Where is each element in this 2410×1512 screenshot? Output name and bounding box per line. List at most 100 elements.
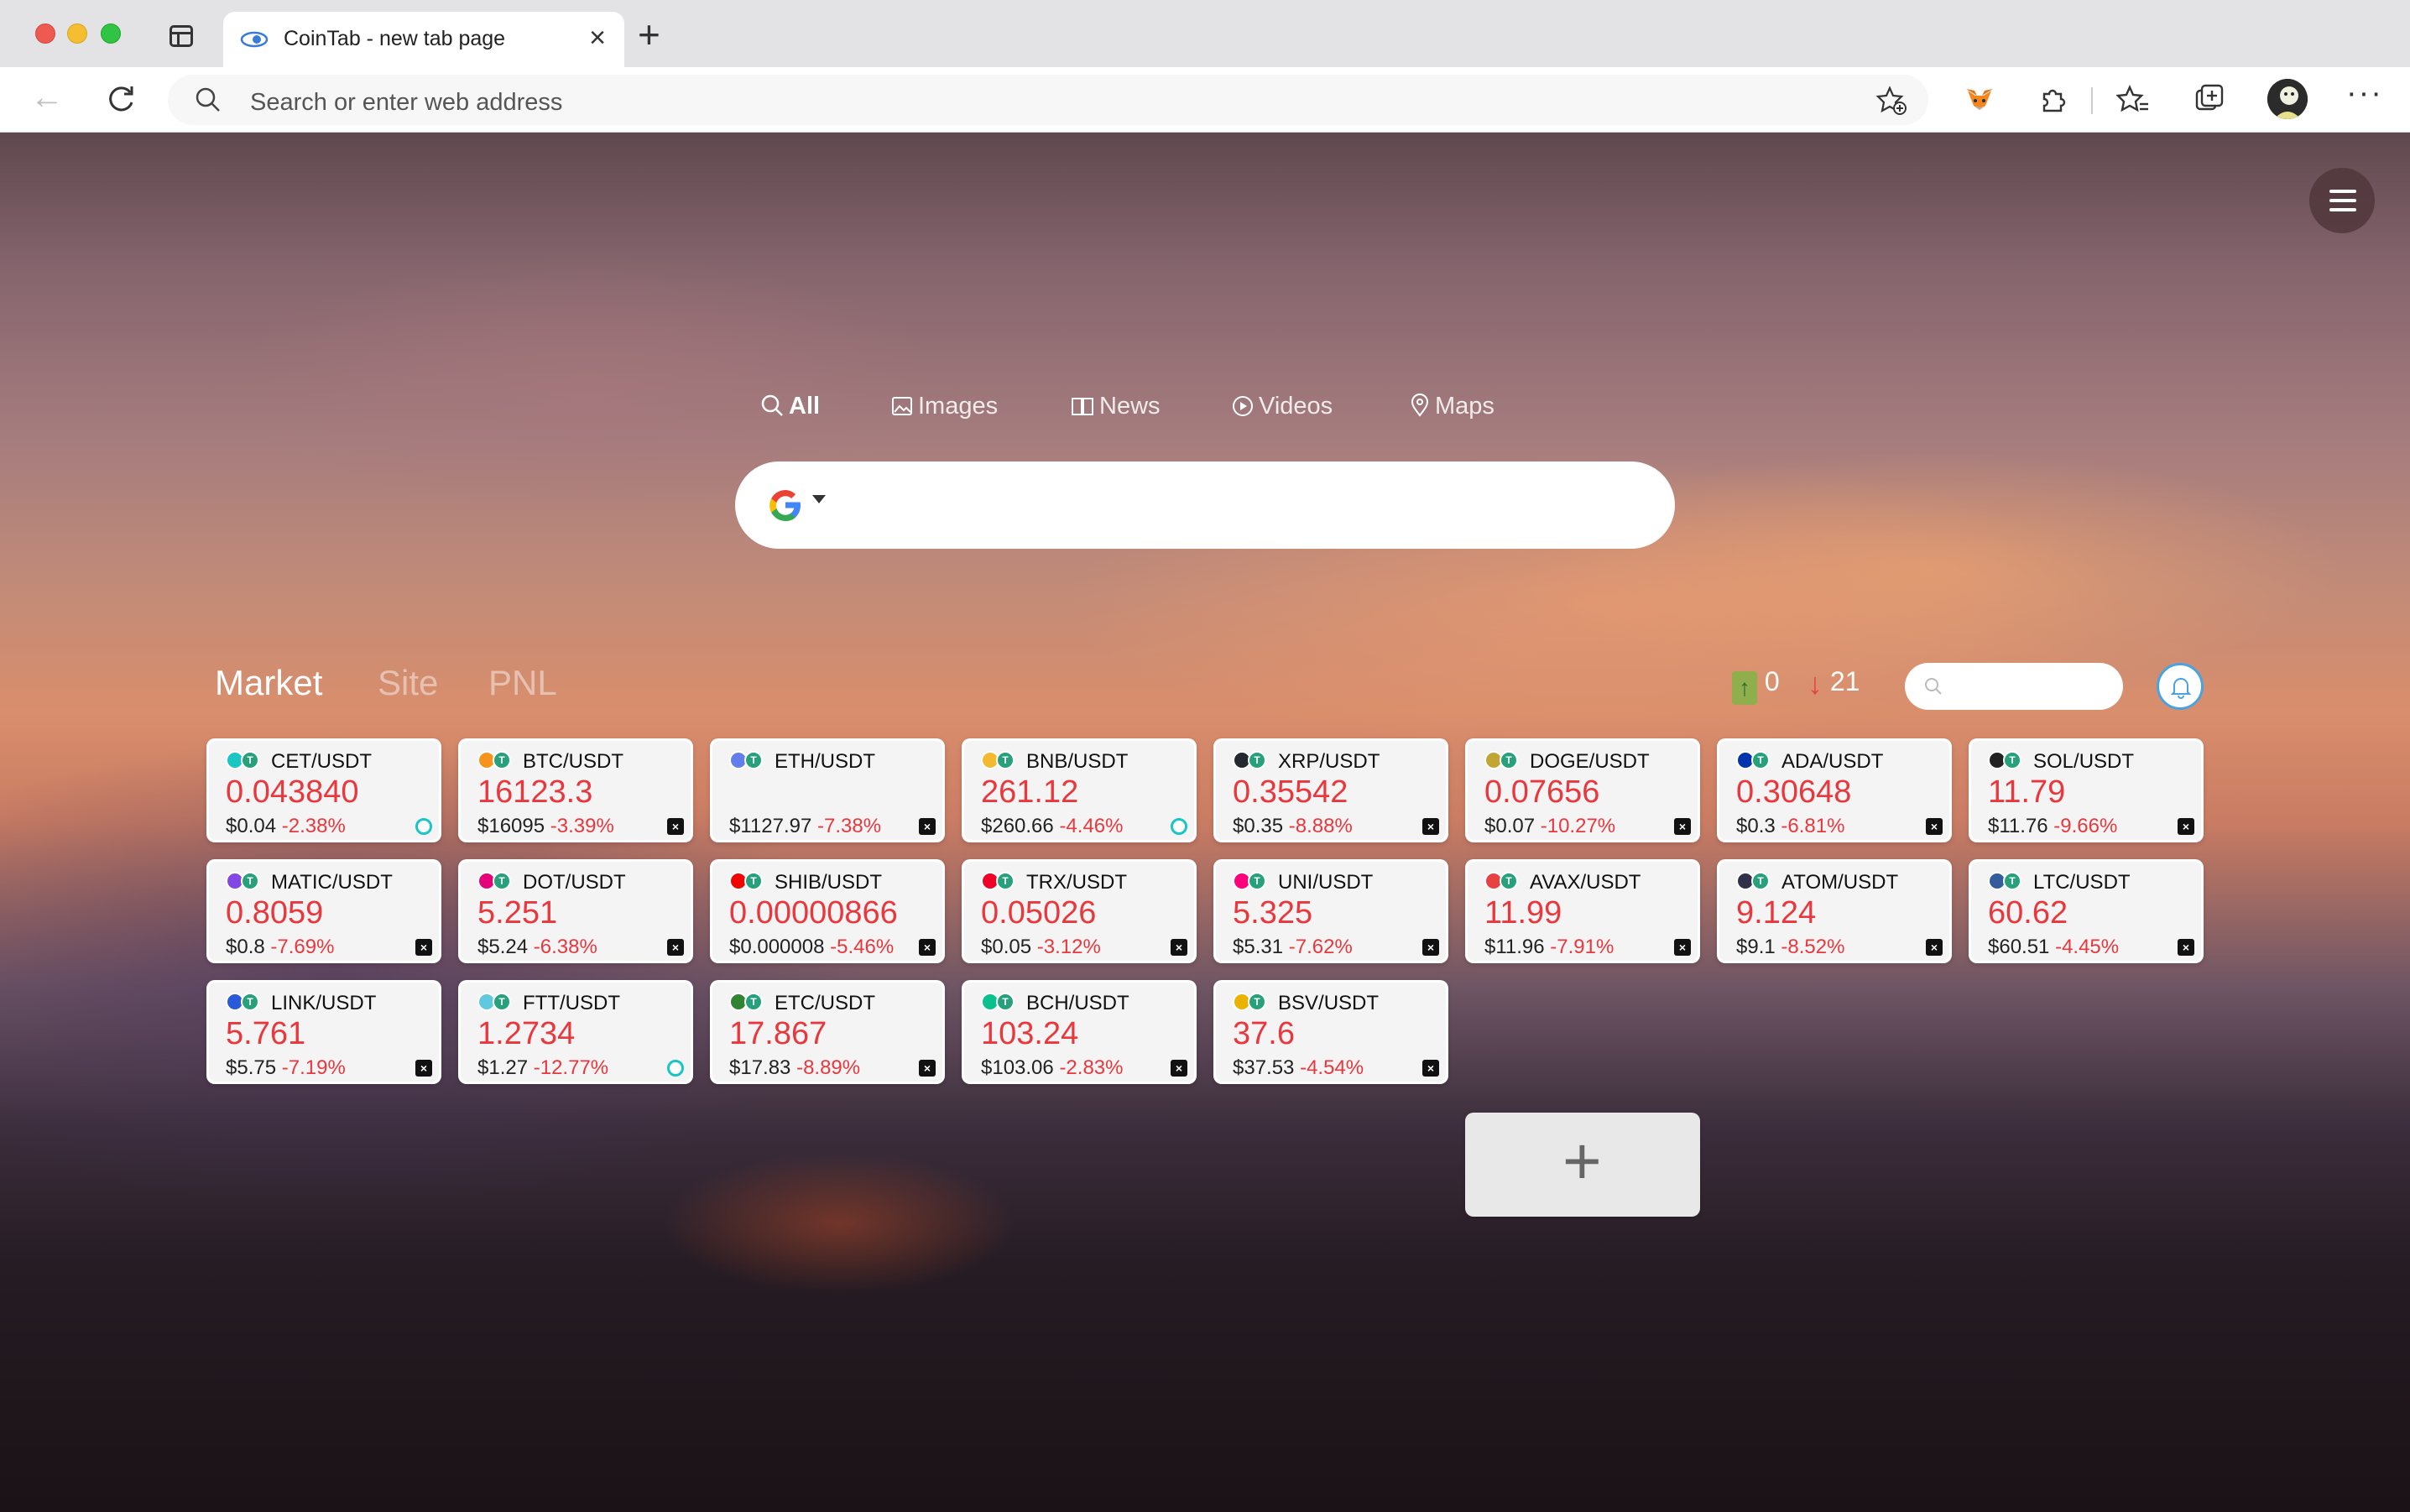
notifications-button[interactable] xyxy=(2157,663,2204,710)
coin-sub-line: $0.35 -8.88% xyxy=(1233,815,1353,838)
coin-card[interactable]: T CET/USDT 0.043840 $0.04 -2.38% xyxy=(206,738,441,842)
sidebar-toggle-icon[interactable] xyxy=(170,25,193,47)
coin-pair: XRP/USDT xyxy=(1278,750,1380,773)
coin-card[interactable]: T ATOM/USDT 9.124 $9.1 -8.52% × xyxy=(1717,859,1952,963)
coin-pair: BNB/USDT xyxy=(1026,750,1129,773)
coin-card[interactable]: T ADA/USDT 0.30648 $0.3 -6.81% × xyxy=(1717,738,1952,842)
active-tab[interactable]: CoinTab - new tab page × xyxy=(223,12,624,67)
coin-card[interactable]: T BSV/USDT 37.6 $37.53 -4.54% × xyxy=(1213,980,1448,1084)
reload-icon[interactable] xyxy=(104,82,138,116)
coin-pair-icons: T xyxy=(729,993,766,1011)
engine-dropdown-icon[interactable] xyxy=(812,495,826,503)
exchange-icon: × xyxy=(1926,939,1943,956)
tether-icon: T xyxy=(1751,751,1770,769)
coin-usd-price: $60.51 xyxy=(1988,936,2050,958)
coin-change: -6.81% xyxy=(1781,815,1845,837)
minimize-window-button[interactable] xyxy=(67,23,87,44)
coin-card[interactable]: T FTT/USDT 1.2734 $1.27 -12.77% xyxy=(458,980,693,1084)
new-tab-icon[interactable]: + xyxy=(638,15,660,54)
coin-change: -7.19% xyxy=(281,1056,346,1079)
coin-card-body: T BCH/USDT 103.24 $103.06 -2.83% × xyxy=(964,983,1194,1082)
coin-usd-price: $37.53 xyxy=(1233,1056,1295,1079)
exchange-icon: × xyxy=(1422,818,1439,835)
search-input[interactable] xyxy=(735,461,1675,549)
add-favorite-icon[interactable] xyxy=(1875,83,1908,117)
coin-usd-price: $5.24 xyxy=(477,936,529,958)
coin-pair: BSV/USDT xyxy=(1278,992,1380,1014)
coin-card-body: T MATIC/USDT 0.8059 $0.8 -7.69% × xyxy=(209,862,439,961)
close-tab-icon[interactable]: × xyxy=(589,23,606,52)
coin-pair-icons: T xyxy=(1233,993,1270,1011)
add-pair-button[interactable]: + xyxy=(1465,1113,1700,1217)
coin-pair: ETH/USDT xyxy=(775,750,875,773)
coin-card[interactable]: T UNI/USDT 5.325 $5.31 -7.62% × xyxy=(1213,859,1448,963)
coin-usd-price: $0.07 xyxy=(1484,815,1536,837)
coin-card[interactable]: T BTC/USDT 16123.3 $16095 -3.39% × xyxy=(458,738,693,842)
search-icon xyxy=(196,87,220,112)
coin-change: -2.83% xyxy=(1059,1056,1124,1079)
tether-icon: T xyxy=(493,993,511,1011)
coin-card[interactable]: T XRP/USDT 0.35542 $0.35 -8.88% × xyxy=(1213,738,1448,842)
coin-price: 103.24 xyxy=(981,1016,1079,1051)
extensions-icon[interactable] xyxy=(2036,82,2071,117)
metamask-icon[interactable] xyxy=(1962,82,1997,117)
coin-price: 0.00000866 xyxy=(729,895,898,931)
tab-news[interactable]: News xyxy=(1071,393,1161,420)
coin-search-input[interactable] xyxy=(1905,663,2123,710)
close-window-button[interactable] xyxy=(35,23,55,44)
tab-site[interactable]: Site xyxy=(378,663,438,703)
hamburger-menu-button[interactable] xyxy=(2309,168,2375,233)
coin-card[interactable]: T SHIB/USDT 0.00000866 $0.000008 -5.46% × xyxy=(710,859,945,963)
coin-sub-line: $260.66 -4.46% xyxy=(981,815,1123,838)
coin-price: 11.79 xyxy=(1988,774,2066,810)
tab-pnl[interactable]: PNL xyxy=(488,663,557,703)
coin-change: -8.52% xyxy=(1781,936,1845,958)
coin-card[interactable]: T LINK/USDT 5.761 $5.75 -7.19% × xyxy=(206,980,441,1084)
coin-card[interactable]: T SOL/USDT 11.79 $11.76 -9.66% × xyxy=(1969,738,2204,842)
coin-sub-line: $60.51 -4.45% xyxy=(1988,936,2119,959)
coin-card[interactable]: T BNB/USDT 261.12 $260.66 -4.46% xyxy=(962,738,1197,842)
coin-usd-price: $5.31 xyxy=(1233,936,1284,958)
coin-card[interactable]: T DOT/USDT 5.251 $5.24 -6.38% × xyxy=(458,859,693,963)
tab-market[interactable]: Market xyxy=(215,663,322,703)
back-arrow-icon[interactable]: ← xyxy=(30,81,64,114)
profile-avatar[interactable] xyxy=(2267,79,2308,119)
tab-videos[interactable]: Videos xyxy=(1232,393,1333,420)
coin-price: 0.30648 xyxy=(1736,774,1852,810)
coin-card[interactable]: T ETH/USDT $1127.97 -7.38% × xyxy=(710,738,945,842)
coin-card[interactable]: T MATIC/USDT 0.8059 $0.8 -7.69% × xyxy=(206,859,441,963)
exchange-icon: × xyxy=(415,939,432,956)
coin-card[interactable]: T TRX/USDT 0.05026 $0.05 -3.12% × xyxy=(962,859,1197,963)
toolbar: ← Search or enter web address ··· xyxy=(0,67,2410,133)
coin-card[interactable]: T LTC/USDT 60.62 $60.51 -4.45% × xyxy=(1969,859,2204,963)
more-menu-icon[interactable]: ··· xyxy=(2346,76,2383,112)
exchange-icon: × xyxy=(667,939,684,956)
coin-usd-price: $5.75 xyxy=(226,1056,277,1079)
coin-card[interactable]: T AVAX/USDT 11.99 $11.96 -7.91% × xyxy=(1465,859,1700,963)
coin-price: 60.62 xyxy=(1988,895,2068,931)
coin-card[interactable]: T DOGE/USDT 0.07656 $0.07 -10.27% × xyxy=(1465,738,1700,842)
tab-images[interactable]: Images xyxy=(891,393,998,420)
tether-icon: T xyxy=(996,993,1015,1011)
coin-pair-icons: T xyxy=(226,993,263,1011)
coin-usd-price: $11.96 xyxy=(1484,936,1545,958)
tab-maps[interactable]: Maps xyxy=(1410,393,1495,420)
coin-sub-line: $11.96 -7.91% xyxy=(1484,936,1614,959)
address-placeholder: Search or enter web address xyxy=(250,89,563,116)
coin-card[interactable]: T ETC/USDT 17.867 $17.83 -8.89% × xyxy=(710,980,945,1084)
coin-usd-price: $1127.97 xyxy=(729,815,812,837)
coin-card[interactable]: T BCH/USDT 103.24 $103.06 -2.83% × xyxy=(962,980,1197,1084)
collections-icon[interactable] xyxy=(2192,82,2227,117)
coin-sub-line: $0.04 -2.38% xyxy=(226,815,346,838)
favorites-icon[interactable] xyxy=(2116,82,2152,117)
coin-sub-line: $1127.97 -7.38% xyxy=(729,815,881,838)
image-icon xyxy=(892,397,912,415)
coin-change: -12.77% xyxy=(533,1056,609,1079)
coin-change: -3.39% xyxy=(550,815,614,837)
coin-sub-line: $5.75 -7.19% xyxy=(226,1056,346,1080)
maximize-window-button[interactable] xyxy=(101,23,121,44)
coin-card-body: T BNB/USDT 261.12 $260.66 -4.46% xyxy=(964,741,1194,840)
tab-all[interactable]: All xyxy=(760,393,820,420)
tether-icon: T xyxy=(1500,751,1518,769)
address-bar[interactable]: Search or enter web address xyxy=(168,75,1928,125)
